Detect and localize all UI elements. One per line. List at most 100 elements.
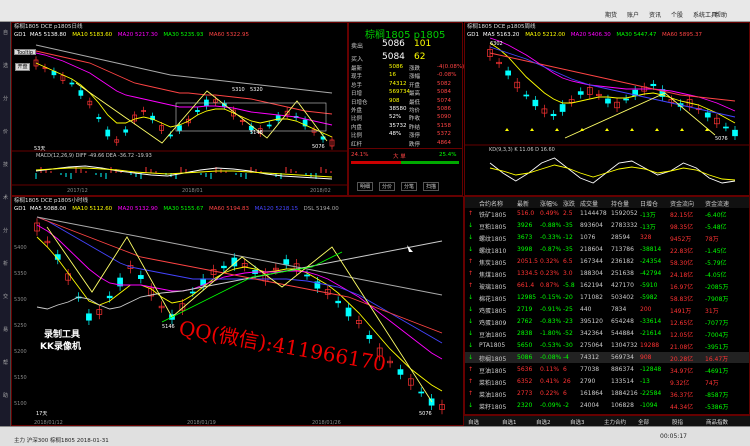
table-cell: 2051.5 <box>517 258 538 265</box>
menu-item[interactable]: 帮助 <box>715 10 727 19</box>
table-cell: -12 <box>563 234 573 241</box>
sidebar-item[interactable]: 交 <box>1 294 10 300</box>
table-row[interactable]: ↑ 玻璃1805 661.4 0.87% -5.8 162194 427170 -5910 16… <box>465 280 749 291</box>
watchlist-tab[interactable]: 商品指数 <box>706 418 728 426</box>
quote-cell: 4864 <box>437 139 451 146</box>
table-cell: -23 <box>563 318 573 325</box>
table-cell: 6352 <box>517 378 533 385</box>
menu-item[interactable]: 期货 <box>605 10 617 19</box>
sidebar-item[interactable]: 分 <box>1 96 10 102</box>
down-arrow-icon: ↓ <box>468 342 474 349</box>
quote-tab[interactable]: 扫描 <box>423 182 440 191</box>
quote-cell: 35732 <box>389 122 407 129</box>
table-row[interactable]: ↓ 豆粕1805 3926 -0.88% -35 893604 2783332 -13万 98.… <box>465 220 749 231</box>
quote-cell: 5082 <box>437 80 451 87</box>
down-arrow-icon: ↓ <box>468 294 474 301</box>
menu-item[interactable]: 账户 <box>627 10 639 19</box>
watchlist-tabs[interactable]: 自选 自选1 自选2 自选3 主力合约 全部 股指 商品指数 <box>464 415 750 426</box>
quote-tab[interactable]: 分价 <box>379 182 396 191</box>
table-row[interactable]: ↑ 焦煤1805 1334.5 0.23% 3.0 188304 251638 -42794 2… <box>465 268 749 279</box>
watchlist-tab[interactable]: 自选3 <box>570 418 585 426</box>
table-header-cell[interactable]: 涨跌 <box>563 199 575 208</box>
sidebar-item[interactable]: 助 <box>1 393 10 399</box>
watchlist-tab[interactable]: 全部 <box>638 418 649 426</box>
watchlist-tab[interactable]: 自选 <box>468 418 479 426</box>
sidebar-item[interactable]: 术 <box>1 195 10 201</box>
quote-cell: 比例 <box>351 116 363 123</box>
daily-candle-chart[interactable] <box>12 23 349 197</box>
table-row[interactable]: ↓ 螺纹1805 3673 -0.33% -12 1076 28594 328 9452万 78万 <box>465 232 749 243</box>
sidebar-item[interactable]: 价 <box>1 129 10 135</box>
table-cell: 0.49% <box>540 210 560 217</box>
table-cell: 1304732 <box>611 342 638 349</box>
table-cell: -1.45亿 <box>705 248 727 255</box>
menu-item[interactable]: 资讯 <box>649 10 661 19</box>
table-cell: -13万 <box>640 212 656 219</box>
table-cell: -0.83% <box>540 318 562 325</box>
candle-body <box>86 313 92 321</box>
table-row[interactable]: ↑ 焦炭1805 2051.5 0.32% 6.5 167344 236182 -24354 5… <box>465 256 749 267</box>
quote-row: 比例 48% 涨停 5372 <box>351 131 460 139</box>
days-label: 17天 <box>36 411 48 417</box>
table-header-cell[interactable]: 成交量 <box>580 199 598 208</box>
table-cell: 螺纹1810 <box>479 248 507 255</box>
quote-tab[interactable]: 分笔 <box>401 182 418 191</box>
table-row[interactable]: ↑ 菜粕1805 6352 0.41% 26 2790 133514 -13 9.32亿 74万 <box>465 376 749 387</box>
sidebar-item[interactable]: 技 <box>1 162 10 168</box>
table-cell: 342364 <box>580 330 603 337</box>
table-row[interactable]: ↓ 棉花1805 12985 -0.15% -20 171082 503402 -5982 58… <box>465 292 749 303</box>
y-axis-label: 5200 <box>14 349 27 355</box>
table-cell: 893604 <box>580 222 603 229</box>
table-cell: 2.5 <box>563 210 573 217</box>
watchlist-tab[interactable]: 股指 <box>672 418 683 426</box>
weekly-chart-panel[interactable]: 棕榈1805 DCE p1805周线 GD1 MA5 5163.20 MA10 52… <box>464 22 750 196</box>
contract-table[interactable]: 合约名称 最新 涨幅% 涨跌 成交量 持仓量 日增仓 资金流向 资金流速 ↑ 铁矿1805 516.0… <box>464 196 750 415</box>
sidebar-item[interactable]: 易 <box>1 327 10 333</box>
sidebar-item[interactable]: 帮 <box>1 360 10 366</box>
table-cell: 9.32亿 <box>670 380 690 387</box>
table-row[interactable]: ↑ 铁矿1805 516.0 0.49% 2.5 1144478 1592052 -13万 82… <box>465 208 749 219</box>
quote-tab[interactable]: 明细 <box>357 182 374 191</box>
up-arrow-icon: ↑ <box>468 282 474 289</box>
table-cell: -25 <box>563 306 573 313</box>
table-row[interactable]: ↑ 豆油1805 5636 0.11% 6 77038 886374 -12848 34.97亿… <box>465 364 749 375</box>
watchlist-tab[interactable]: 自选1 <box>502 418 517 426</box>
daily-chart-panel[interactable]: 棕榈1805 DCE p1805日线 GD1 MA5 5138.80 MA10 51… <box>11 22 349 197</box>
table-row[interactable]: ↓ 螺纹1810 3998 -0.87% -35 218604 713786 -38814 22… <box>465 244 749 255</box>
table-cell: -5.8 <box>563 282 575 289</box>
dsl-line <box>36 240 443 310</box>
table-row[interactable]: ↓ 菜籽1805 2320 -0.09% -2 24004 106828 -1094 44.34… <box>465 400 749 411</box>
table-header-cell[interactable]: 合约名称 <box>479 199 503 208</box>
table-cell: 2762 <box>517 318 533 325</box>
sidebar-item[interactable]: 自 <box>1 30 10 36</box>
hourly-chart-panel[interactable]: 棕榈1805 DCE p1805小时线 GD1 MA5 5088.00 MA10 5… <box>11 196 464 426</box>
table-header-cell[interactable]: 持仓量 <box>611 199 629 208</box>
sidebar-item[interactable]: 分 <box>1 228 10 234</box>
table-row[interactable]: ↓ 鸡蛋1805 2719 -0.91% -25 440 7834 200 1491万 31万 <box>465 304 749 315</box>
table-row[interactable]: ↓ 棕榈1805 5086 -0.08% -4 74312 569734 908 20.28亿 1… <box>465 352 749 363</box>
table-row[interactable]: ↓ PTA1805 5650 -0.53% -30 275064 1304732 19288 2… <box>465 340 749 351</box>
menu-item[interactable]: 系统工具 <box>693 10 717 19</box>
weekly-candle-chart[interactable] <box>465 23 750 197</box>
table-header-cell[interactable]: 日增仓 <box>640 199 658 208</box>
watchlist-tab[interactable]: 自选2 <box>536 418 551 426</box>
table-cell: -35 <box>563 222 573 229</box>
quote-cell: 涨跌 <box>409 66 421 72</box>
table-header-cell[interactable]: 资金流速 <box>705 199 729 208</box>
watchlist-tab[interactable]: 主力合约 <box>604 418 626 426</box>
table-row[interactable]: ↓ 豆油1805 2838 -1.80% -52 342364 544884 -21614 12… <box>465 328 749 339</box>
table-header-cell[interactable]: 涨幅% <box>540 199 558 208</box>
sidebar-item[interactable]: 析 <box>1 261 10 267</box>
sidebar-item[interactable]: 选 <box>1 63 10 69</box>
table-header-cell[interactable]: 最新 <box>517 199 529 208</box>
table-header-cell[interactable]: 资金流向 <box>670 199 694 208</box>
menu-item[interactable]: 个股 <box>671 10 683 19</box>
table-cell: 1144478 <box>580 210 607 217</box>
quote-row: 最新 5086 涨跌 -4(0.08%) <box>351 64 464 72</box>
table-row[interactable]: ↑ 菜油1805 2773 0.22% 6 161864 1884216 -22584 36.3… <box>465 388 749 399</box>
buy-volume: 62 <box>414 52 426 62</box>
candle-body <box>137 275 144 279</box>
date-label: 2018/02 <box>310 188 331 194</box>
table-row[interactable]: ↓ 鸡蛋1809 2762 -0.83% -23 395120 654248 -33614 12… <box>465 316 749 327</box>
open-button[interactable]: 开盘 <box>15 63 30 71</box>
